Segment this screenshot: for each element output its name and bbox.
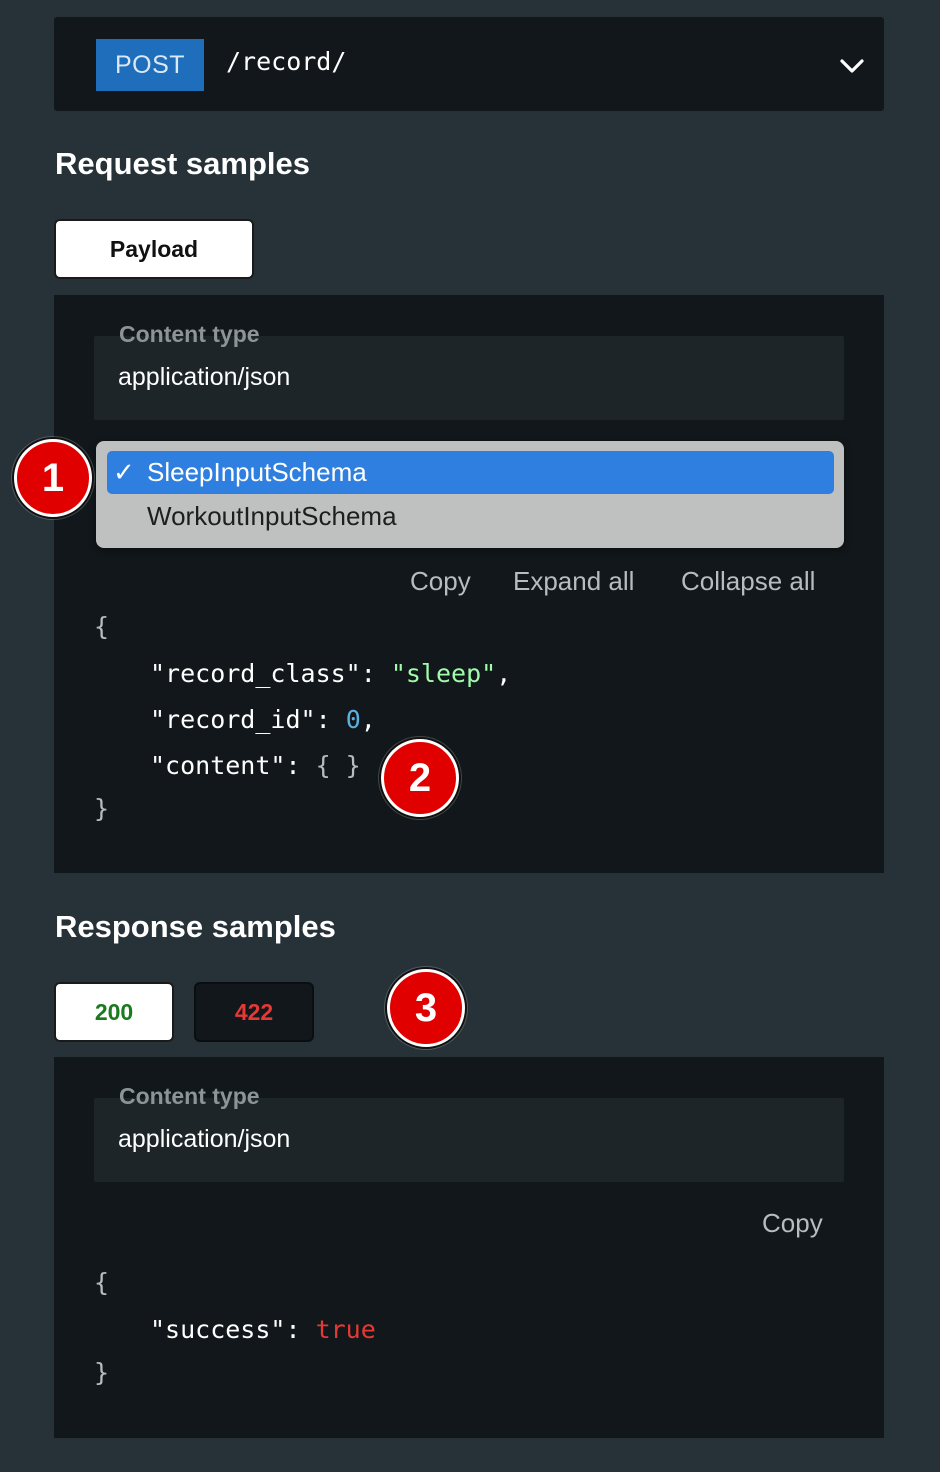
content-type-label: Content type [119, 321, 260, 347]
expand-all-button[interactable]: Expand all [513, 566, 634, 597]
check-icon: ✓ [113, 457, 135, 487]
collapse-all-button[interactable]: Collapse all [681, 566, 815, 597]
annotation-badge-2: 2 [381, 739, 459, 817]
code-close-brace: } [94, 1358, 110, 1387]
endpoint-path: /record/ [226, 47, 347, 76]
schema-option-workout[interactable]: WorkoutInputSchema [147, 501, 397, 532]
code-open-brace: { [94, 1268, 110, 1297]
request-samples-title: Request samples [55, 146, 310, 181]
content-type-label: Content type [119, 1083, 260, 1109]
tab-status-422[interactable]: 422 [194, 982, 314, 1042]
annotation-badge-3: 3 [387, 969, 465, 1047]
tab-status-200[interactable]: 200 [54, 982, 174, 1042]
content-type-value: application/json [118, 363, 291, 391]
response-samples-title: Response samples [55, 909, 336, 944]
content-type-value: application/json [118, 1125, 291, 1153]
expandable-object[interactable]: { } [316, 751, 361, 780]
copy-button[interactable]: Copy [762, 1208, 823, 1239]
copy-button[interactable]: Copy [410, 566, 471, 597]
http-method-badge: POST [96, 39, 204, 91]
annotation-badge-1: 1 [14, 439, 92, 517]
code-line: "content": { } [150, 751, 361, 780]
code-close-brace: } [94, 794, 110, 823]
schema-option-sleep[interactable]: SleepInputSchema [147, 457, 367, 488]
code-line: "record_class": "sleep", [150, 659, 512, 688]
code-open-brace: { [94, 612, 110, 641]
code-line: "record_id": 0, [150, 705, 376, 734]
tab-payload[interactable]: Payload [54, 219, 254, 279]
chevron-down-icon[interactable] [838, 52, 866, 80]
code-line: "success": true [150, 1315, 376, 1344]
